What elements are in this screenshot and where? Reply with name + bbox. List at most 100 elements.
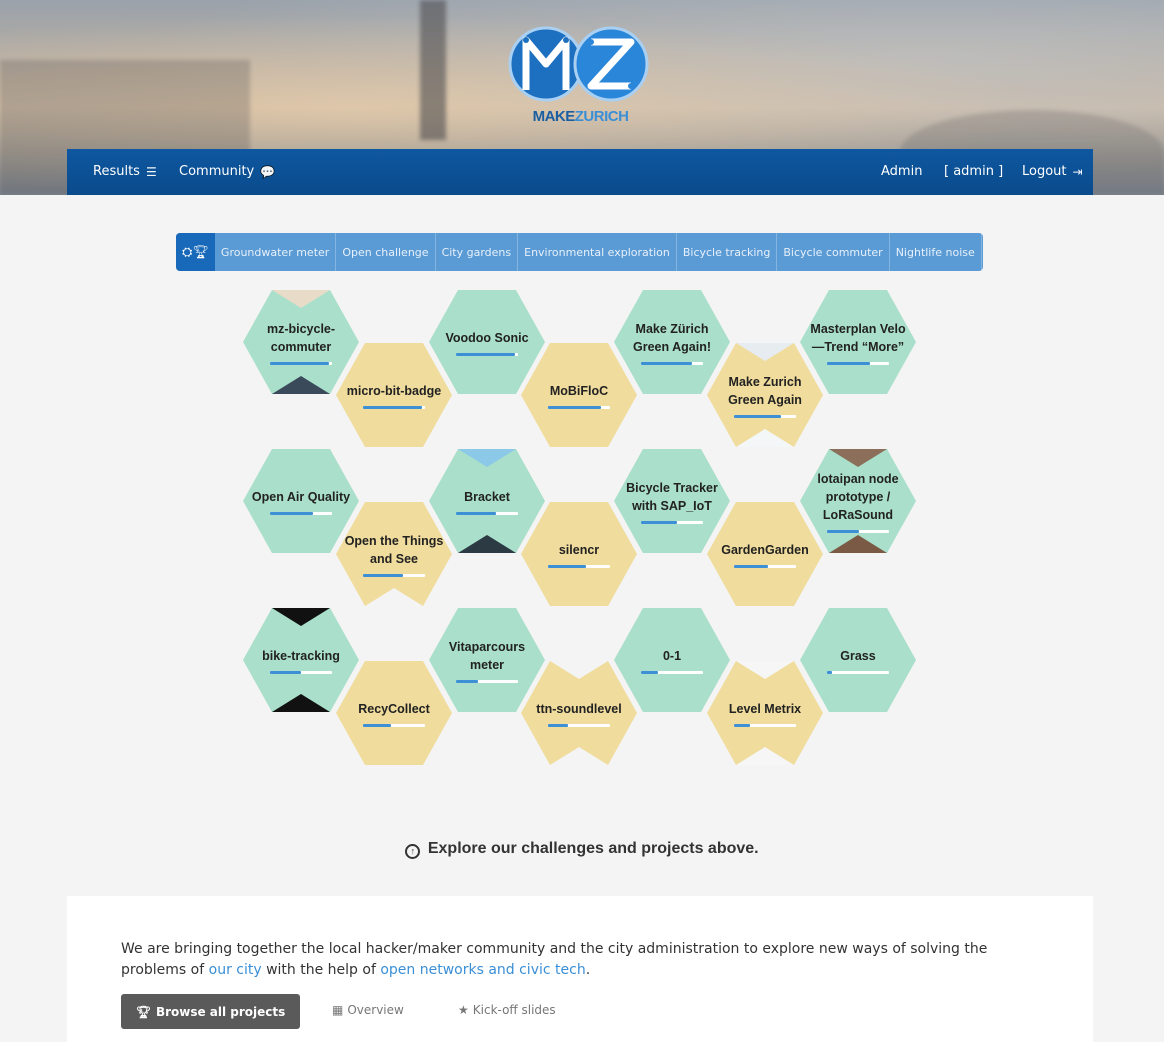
project-image-bottom	[829, 535, 887, 553]
tab-nightlife-noise[interactable]: Nightlife noise	[890, 233, 982, 271]
project-hex[interactable]: Make Zurich Green Again	[707, 343, 823, 447]
tab-groundwater-meter[interactable]: Groundwater meter	[215, 233, 337, 271]
project-progress-bar	[456, 511, 518, 515]
calendar-icon: ▦	[332, 1003, 344, 1017]
project-image-bottom	[458, 535, 516, 553]
project-title: RecyCollect	[358, 701, 430, 716]
project-image-top	[272, 290, 330, 308]
project-progress-bar	[827, 529, 889, 533]
project-hex[interactable]: 0-1	[614, 608, 730, 712]
browse-all-projects-button[interactable]: 🏆︎ Browse all projects	[121, 994, 300, 1029]
our-city-link[interactable]: our city	[209, 962, 262, 978]
project-hex[interactable]: silencr	[521, 502, 637, 606]
project-image-top	[736, 343, 794, 361]
list-icon: ☰	[145, 164, 157, 179]
project-progress-fill	[456, 679, 478, 683]
nav-logout[interactable]: Logout ⇥	[1022, 164, 1083, 179]
nav-community[interactable]: Community 💬	[179, 164, 275, 179]
project-hex[interactable]: Masterplan Velo—Trend “More”	[800, 290, 916, 394]
project-progress-bar	[827, 361, 889, 365]
project-progress-fill	[456, 352, 515, 356]
project-hex[interactable]: Make Zürich Green Again!	[614, 290, 730, 394]
intro-text-2: with the help of	[261, 962, 381, 978]
project-hex[interactable]: Bracket	[429, 449, 545, 553]
project-progress-bar	[734, 723, 796, 727]
project-image-bottom	[272, 376, 330, 394]
project-progress-bar	[641, 361, 703, 365]
project-title: Grass	[840, 648, 876, 663]
project-hex[interactable]: micro-bit-badge	[336, 343, 452, 447]
project-image-bottom	[736, 747, 794, 765]
project-progress-fill	[363, 723, 391, 727]
explore-heading: ↑ Explore our challenges and projects ab…	[0, 840, 1164, 859]
trophy-icon: 🏆︎	[135, 1004, 151, 1019]
arrow-up-circle-icon: ↑	[405, 844, 421, 859]
tab-environmental-exploration[interactable]: Environmental exploration	[518, 233, 677, 271]
project-progress-bar	[548, 564, 610, 568]
project-hex[interactable]: Open the Things and See	[336, 502, 452, 606]
project-progress-bar	[548, 723, 610, 727]
project-image-bottom	[736, 429, 794, 447]
tab-open-challenge[interactable]: Open challenge	[336, 233, 436, 271]
project-progress-fill	[270, 361, 329, 365]
nav-community-label: Community	[179, 164, 255, 179]
project-hex[interactable]: lotaipan node prototype / LoRaSound	[800, 449, 916, 553]
project-title: Vitaparcours meter	[448, 639, 526, 672]
intro-panel: We are bringing together the local hacke…	[67, 896, 1093, 1042]
project-hex[interactable]: Open Air Quality	[243, 449, 359, 553]
tab-city-gardens[interactable]: City gardens	[436, 233, 519, 271]
project-hex[interactable]: mz-bicycle-commuter	[243, 290, 359, 394]
project-title: GardenGarden	[721, 542, 809, 557]
project-progress-fill	[827, 361, 871, 365]
project-progress-bar	[827, 670, 889, 674]
tab-bicycle-commuter[interactable]: Bicycle commuter	[777, 233, 890, 271]
logo-make-text: MAKE	[532, 108, 576, 125]
project-hex[interactable]: Bicycle Tracker with SAP_IoT	[614, 449, 730, 553]
project-image-top	[736, 661, 794, 679]
project-progress-fill	[827, 670, 832, 674]
nav-admin[interactable]: Admin	[881, 164, 922, 179]
nav-results[interactable]: Results ☰	[93, 164, 157, 179]
project-hex[interactable]: Grass	[800, 608, 916, 712]
project-title: Make Zurich Green Again	[728, 374, 802, 407]
project-progress-fill	[363, 405, 422, 409]
project-progress-bar	[363, 405, 425, 409]
tab-bicycle-tracking[interactable]: Bicycle tracking	[677, 233, 778, 271]
project-title: Make Zürich Green Again!	[632, 321, 712, 354]
civic-tech-link[interactable]: open networks and civic tech	[380, 962, 585, 978]
project-hex[interactable]: bike-tracking	[243, 608, 359, 712]
project-hex[interactable]: Level Metrix	[707, 661, 823, 765]
project-progress-fill	[270, 670, 301, 674]
project-title: micro-bit-badge	[346, 383, 442, 398]
project-image-top	[550, 661, 608, 679]
project-progress-bar	[270, 361, 332, 365]
project-title: mz-bicycle-commuter	[266, 321, 336, 354]
project-hex[interactable]: RecyCollect	[336, 661, 452, 765]
project-title: 0-1	[662, 648, 682, 663]
challenge-tabs: ⛭ 🏆︎ Groundwater meter Open challenge Ci…	[176, 233, 983, 271]
kickoff-slides-link[interactable]: ★ Kick-off slides	[458, 1003, 556, 1017]
overview-link[interactable]: ▦ Overview	[332, 1003, 404, 1017]
nav-logout-label: Logout	[1022, 164, 1067, 179]
banner-church-tower	[420, 0, 446, 140]
project-hex[interactable]: ttn-soundlevel	[521, 661, 637, 765]
project-hex[interactable]: Vitaparcours meter	[429, 608, 545, 712]
star-icon: ★	[458, 1003, 469, 1017]
project-image-top	[829, 449, 887, 467]
project-title: Bracket	[464, 489, 510, 504]
project-progress-fill	[827, 529, 860, 533]
project-progress-bar	[270, 511, 332, 515]
project-hex[interactable]: GardenGarden	[707, 502, 823, 606]
main-navbar: Results ☰ Community 💬 Admin [ admin ] Lo…	[67, 149, 1093, 195]
tab-icon-group: ⛭ 🏆︎	[176, 233, 215, 271]
bars-icon[interactable]: ≡	[982, 233, 983, 271]
browse-label: Browse all projects	[155, 1004, 286, 1019]
project-hex[interactable]: Voodoo Sonic	[429, 290, 545, 394]
trophy-icon[interactable]: 🏆︎	[192, 245, 209, 260]
project-progress-fill	[548, 405, 601, 409]
project-hex[interactable]: MoBiFloC	[521, 343, 637, 447]
explore-text: Explore our challenges and projects abov…	[427, 840, 759, 857]
cubes-icon[interactable]: ⛭	[182, 245, 192, 260]
nav-user[interactable]: [ admin ]	[944, 164, 1003, 179]
project-image-bottom	[550, 747, 608, 765]
